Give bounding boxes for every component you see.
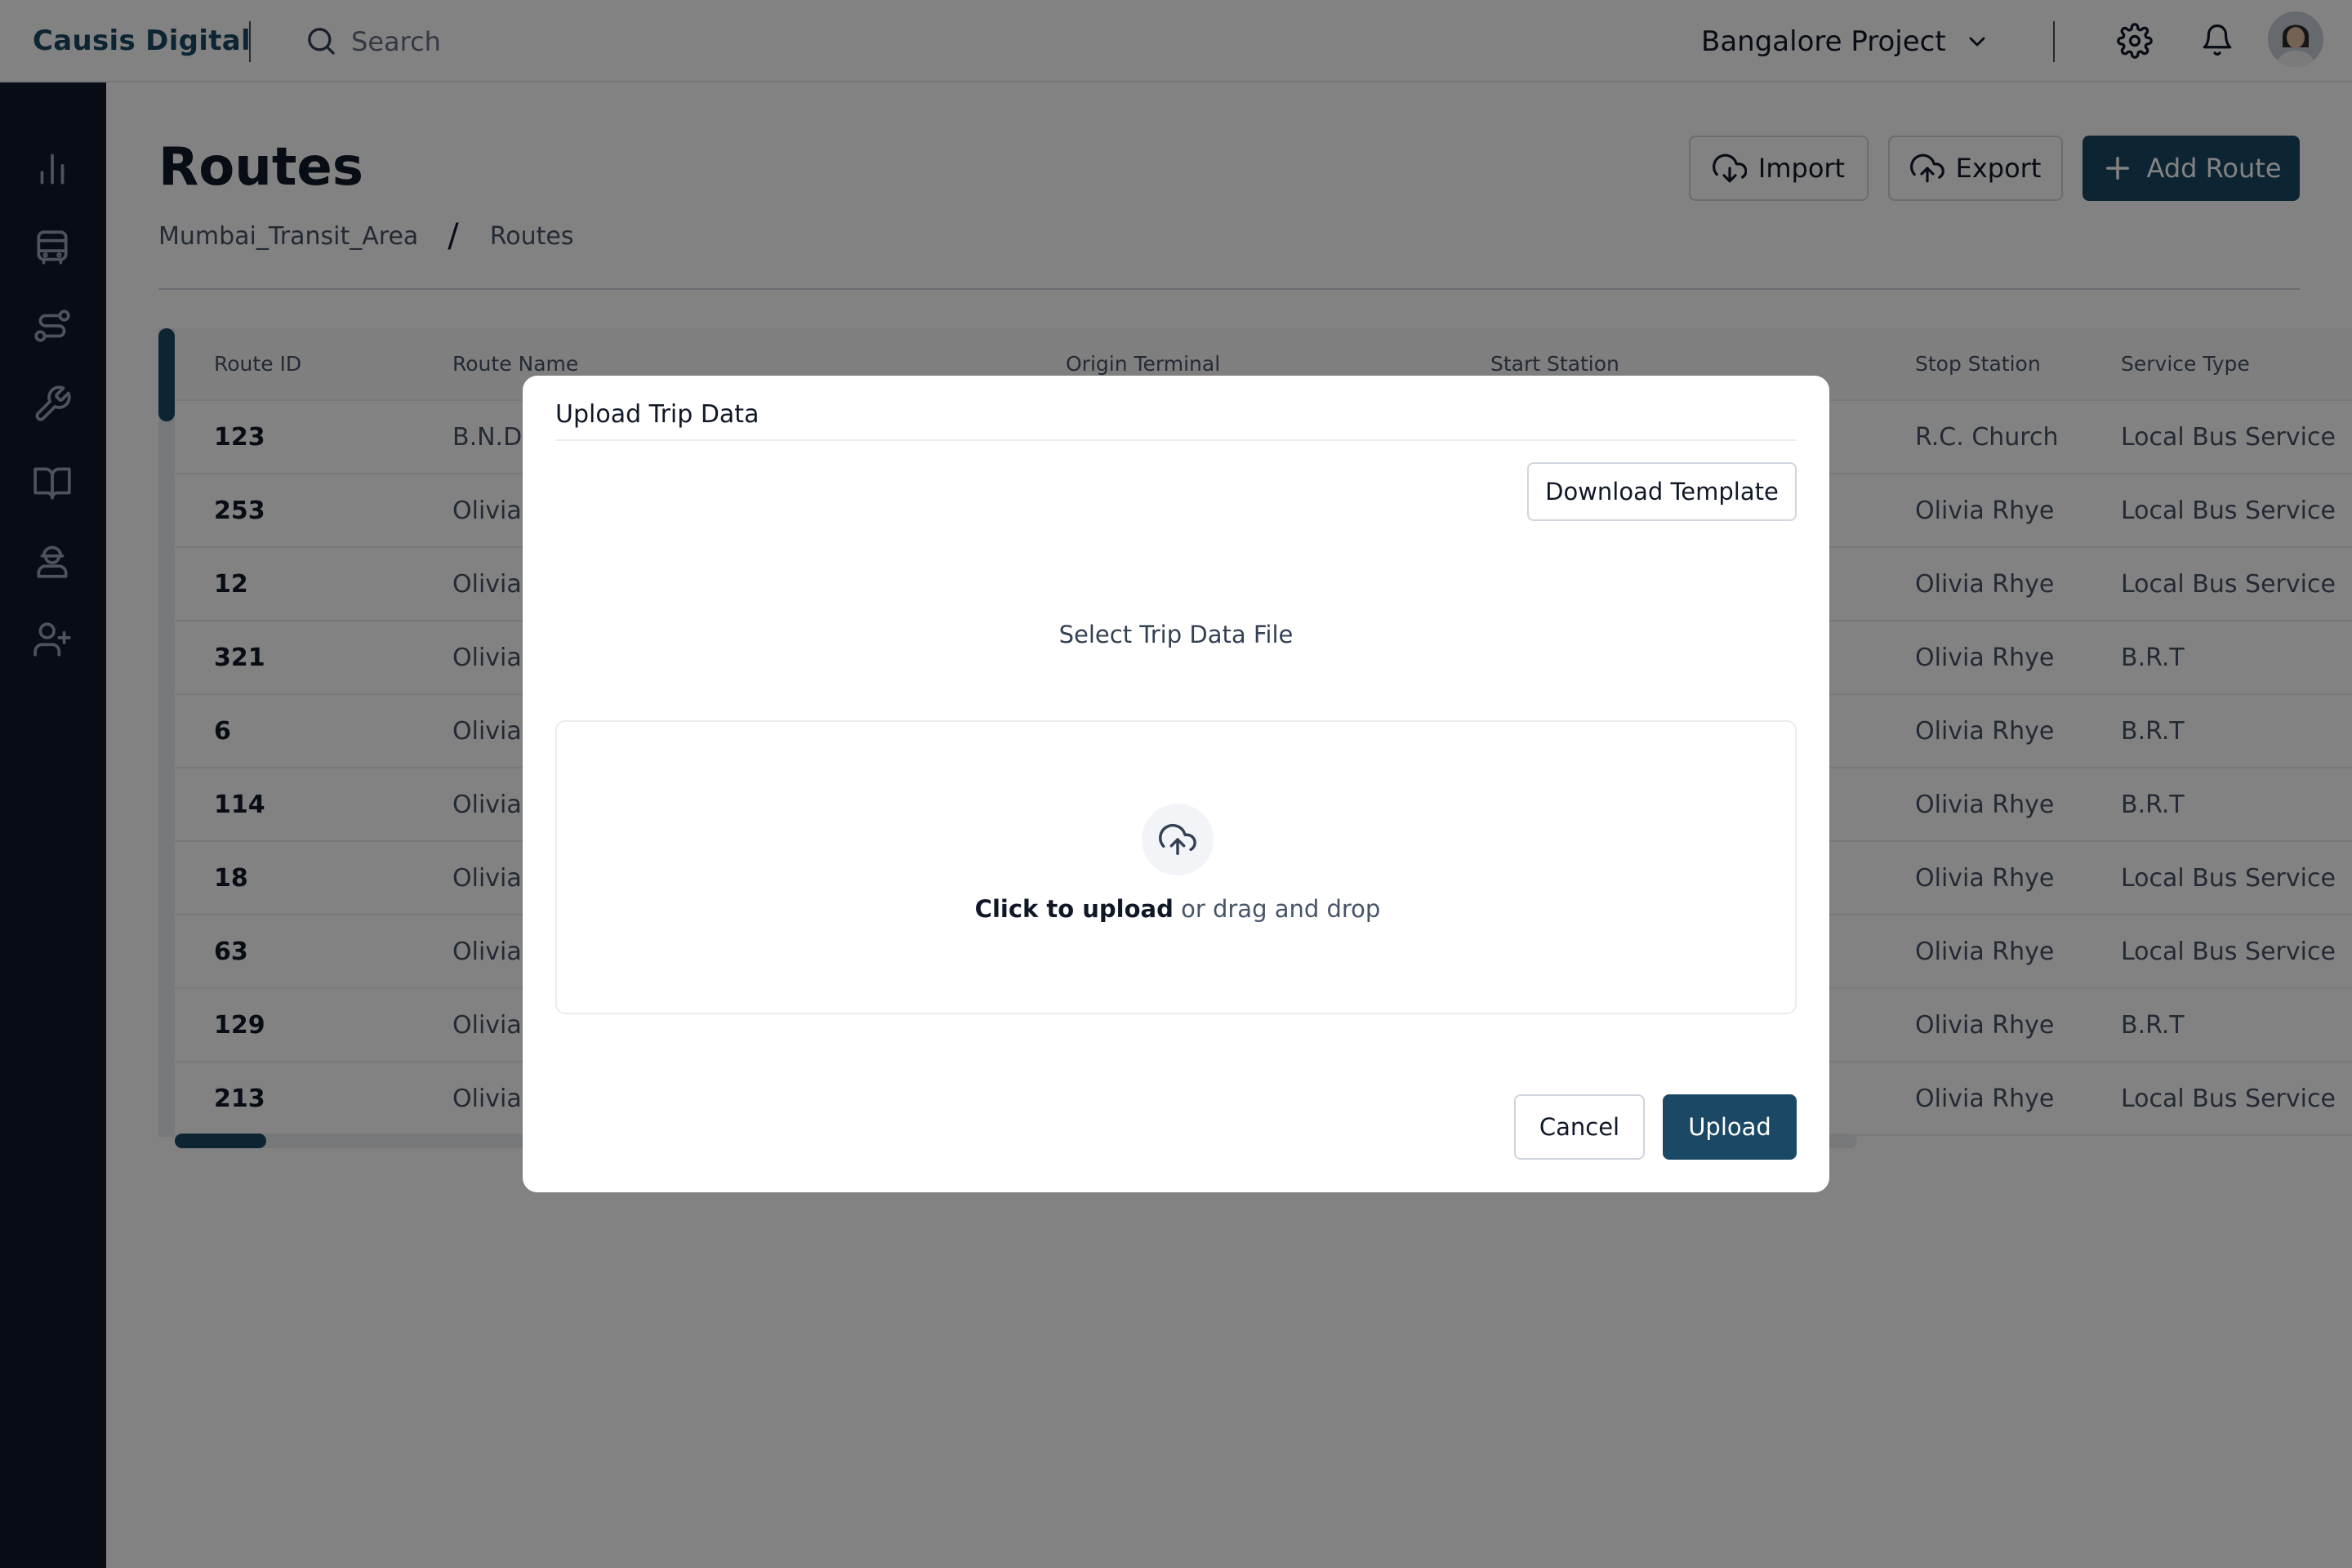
upload-button[interactable]: Upload xyxy=(1663,1094,1797,1160)
drag-drop-text: or drag and drop xyxy=(1173,895,1381,923)
dropzone-text: Click to upload or drag and drop xyxy=(557,895,1798,923)
modal-divider xyxy=(555,439,1797,441)
upload-trip-data-modal: Upload Trip Data Download Template Selec… xyxy=(523,376,1829,1192)
file-dropzone[interactable]: Click to upload or drag and drop xyxy=(555,720,1797,1014)
cancel-button[interactable]: Cancel xyxy=(1514,1094,1645,1160)
download-template-button[interactable]: Download Template xyxy=(1527,462,1797,521)
file-select-label: Select Trip Data File xyxy=(1058,621,1294,648)
cloud-upload-icon xyxy=(1159,823,1196,855)
click-to-upload-link[interactable]: Click to upload xyxy=(975,895,1174,923)
modal-title: Upload Trip Data xyxy=(555,400,760,429)
upload-icon-badge xyxy=(1142,804,1214,875)
